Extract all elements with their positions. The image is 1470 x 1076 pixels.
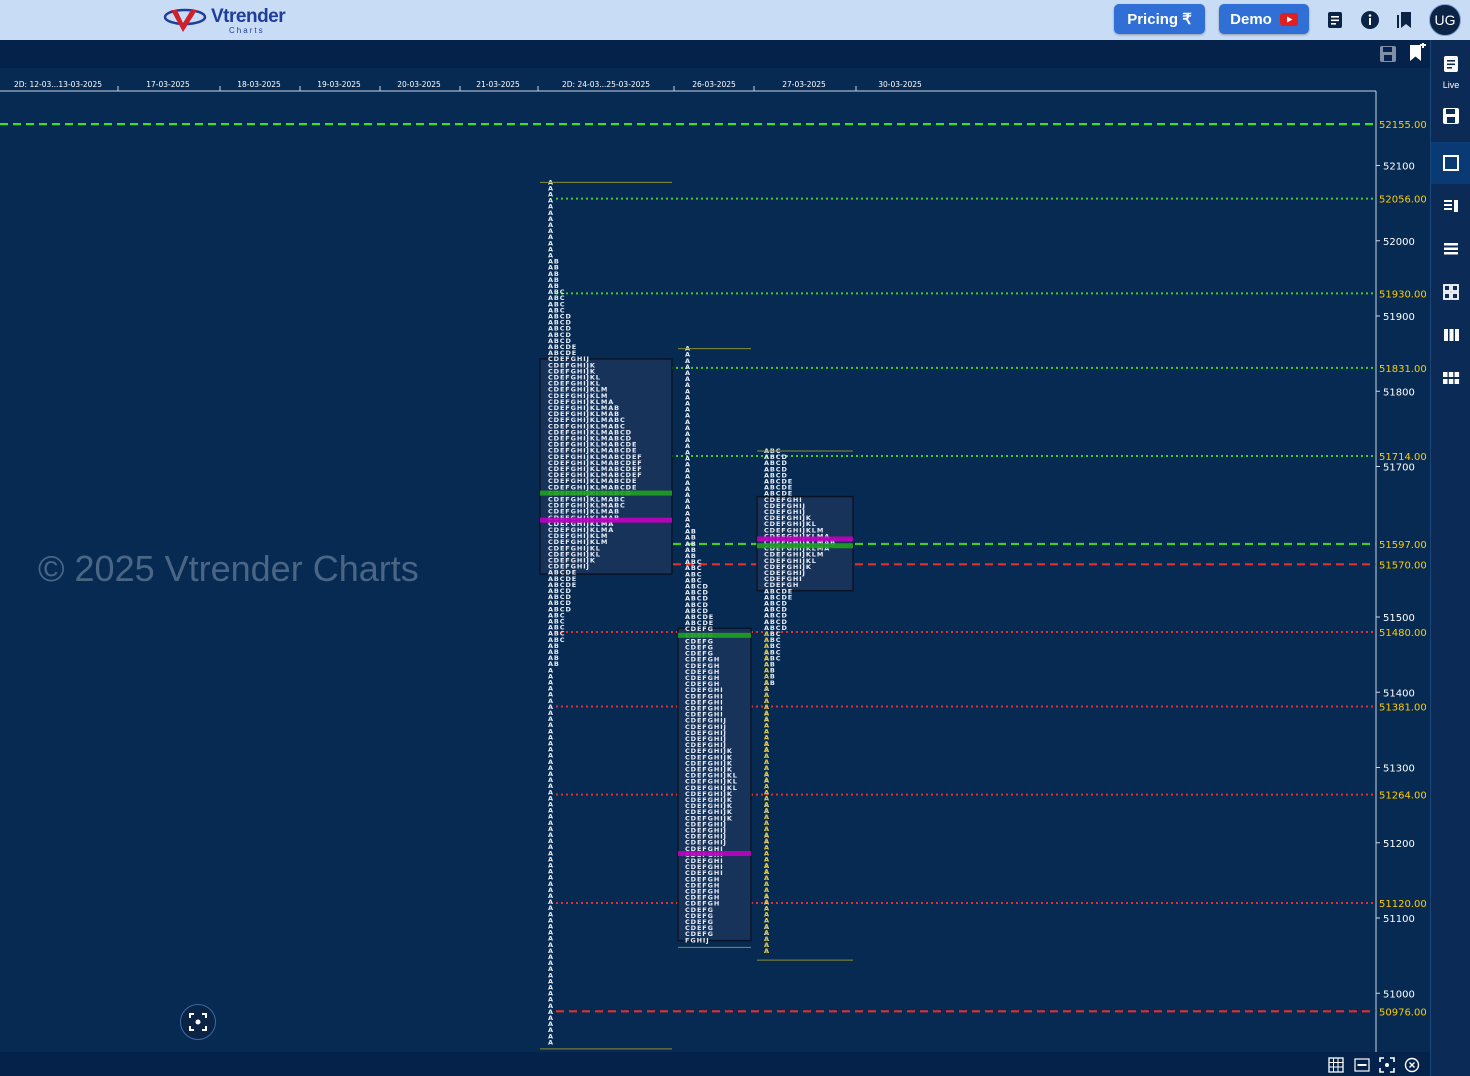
bookmarks-icon[interactable] — [1394, 9, 1416, 31]
market-profile-chart[interactable]: 2D: 12-03...13-03-2025 17-03-2025 18-03-20… — [0, 40, 1430, 1052]
y-tick-label: 51800 — [1383, 387, 1415, 398]
avatar-initials: UG — [1434, 12, 1456, 28]
x-tick-label: 26-03-2025 — [692, 80, 736, 89]
multi-grid-layout-icon[interactable] — [1439, 366, 1463, 390]
reference-level-label: 51381.00 — [1379, 703, 1427, 714]
reference-level-label: 52155.00 — [1379, 120, 1427, 131]
save-chart-icon[interactable] — [1379, 45, 1397, 68]
poc-highlight — [757, 536, 853, 542]
screenshot-button[interactable] — [180, 1004, 216, 1040]
user-avatar[interactable]: UG — [1429, 4, 1461, 36]
y-tick-label: 51900 — [1383, 312, 1415, 323]
tpo-profile: AAAAAAAAAAAAAAAAAAAAAAAAAAAAAAABABABABAB… — [677, 345, 752, 948]
vtrender-logo[interactable]: Vtrender Charts — [163, 4, 286, 36]
reference-level-label: 51831.00 — [1379, 364, 1427, 375]
tpo-row: FGHIJ — [685, 936, 710, 944]
bottom-toolbar — [0, 1052, 1430, 1076]
watermark: © 2025 Vtrender Charts — [38, 548, 419, 589]
chart-toolbar — [0, 40, 1430, 68]
opening-print: A — [764, 947, 769, 955]
pricing-button[interactable]: Pricing ₹ — [1114, 4, 1205, 34]
profiles-layer: AAAAAAAAAAAAAABABABABABABCABCABCABCABCDA… — [539, 178, 854, 1050]
y-tick-label: 51500 — [1383, 613, 1415, 624]
vwap-highlight — [678, 632, 751, 638]
y-tick-label: 51200 — [1383, 839, 1415, 850]
notes-icon[interactable] — [1324, 9, 1346, 31]
poc-highlight — [540, 517, 672, 523]
logo-mark-icon — [163, 8, 207, 32]
y-tick-label: 51100 — [1383, 914, 1415, 925]
right-sidebar: Live — [1430, 40, 1470, 1076]
tpo-row: A — [548, 1038, 554, 1046]
reference-level-label: 51264.00 — [1379, 791, 1427, 802]
rows-layout-icon[interactable] — [1439, 237, 1463, 261]
reference-level-label: 50976.00 — [1379, 1007, 1427, 1018]
y-tick-label: 51000 — [1383, 989, 1415, 1000]
reference-level-label: 51714.00 — [1379, 452, 1427, 463]
x-tick-label: 19-03-2025 — [317, 80, 361, 89]
reference-level-label: 51480.00 — [1379, 628, 1427, 639]
logo-subtext: Charts — [229, 26, 265, 35]
columns-layout-icon[interactable] — [1439, 323, 1463, 347]
demo-label: Demo — [1230, 10, 1272, 28]
reference-level-label: 51120.00 — [1379, 899, 1427, 910]
close-icon[interactable] — [1404, 1057, 1420, 1073]
vwap-highlight — [757, 543, 853, 549]
split-layout-icon[interactable] — [1439, 194, 1463, 218]
reference-level-label: 51597.00 — [1379, 540, 1427, 551]
single-layout-icon[interactable] — [1439, 151, 1463, 175]
y-tick-label: 52100 — [1383, 162, 1415, 173]
x-tick-label: 2D: 24-03...25-03-2025 — [562, 80, 650, 89]
add-bookmark-icon[interactable] — [1408, 42, 1426, 68]
top-bar: Vtrender Charts Pricing ₹ Demo UG — [0, 0, 1470, 41]
x-tick-label: 30-03-2025 — [878, 80, 922, 89]
x-tick-label: 17-03-2025 — [146, 80, 190, 89]
save-icon[interactable] — [1439, 104, 1463, 128]
demo-button[interactable]: Demo — [1219, 4, 1309, 34]
reference-level-label: 52056.00 — [1379, 195, 1427, 206]
reference-level-label: 51570.00 — [1379, 560, 1427, 571]
logo-text: Vtrender — [211, 6, 286, 27]
poc-highlight — [678, 851, 751, 857]
x-tick-label: 2D: 12-03...13-03-2025 — [14, 80, 102, 89]
y-tick-label: 52000 — [1383, 237, 1415, 248]
screenshot-icon — [189, 1013, 207, 1031]
x-tick-label: 18-03-2025 — [237, 80, 281, 89]
live-notes-icon[interactable] — [1439, 52, 1463, 76]
y-tick-label: 51400 — [1383, 688, 1415, 699]
x-tick-label: 21-03-2025 — [476, 80, 520, 89]
y-tick-label: 51300 — [1383, 764, 1415, 775]
vwap-highlight — [540, 490, 672, 496]
youtube-icon — [1279, 12, 1298, 26]
info-icon[interactable] — [1359, 9, 1381, 31]
tpo-profile: AAAAAAAAAAAAAABABABABABABCABCABCABCABCDA… — [539, 178, 673, 1050]
letters-toggle-icon[interactable] — [1354, 1057, 1370, 1073]
y-tick-label: 51700 — [1383, 463, 1415, 474]
pricing-label: Pricing ₹ — [1127, 11, 1192, 28]
fullscreen-icon[interactable] — [1379, 1057, 1395, 1073]
tpo-profile: ABCABCDABCDABCDABCDABCDEABCDEABCDECDEFGH… — [756, 447, 854, 961]
grid-toggle-icon[interactable] — [1328, 1057, 1344, 1073]
live-label: Live — [1442, 80, 1460, 90]
x-tick-label: 20-03-2025 — [397, 80, 441, 89]
x-tick-label: 27-03-2025 — [782, 80, 826, 89]
reference-level-label: 51930.00 — [1379, 289, 1427, 300]
chart-area[interactable]: 2D: 12-03...13-03-2025 17-03-2025 18-03-20… — [0, 40, 1430, 1052]
grid-layout-icon[interactable] — [1439, 280, 1463, 304]
